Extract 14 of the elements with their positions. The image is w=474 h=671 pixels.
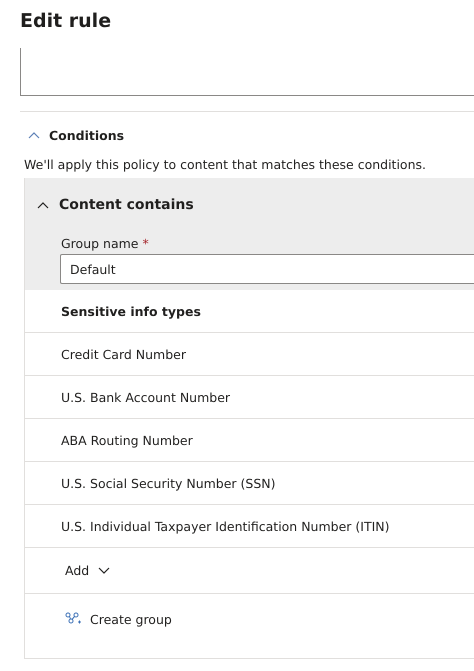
conditions-toggle[interactable]: Conditions <box>28 128 124 143</box>
group-name-label: Group name * <box>61 234 150 253</box>
conditions-description: We'll apply this policy to content that matches these conditions. <box>24 157 427 172</box>
info-type-label: U.S. Social Security Number (SSN) <box>61 476 276 490</box>
info-type-label: U.S. Bank Account Number <box>61 390 230 404</box>
info-type-label: U.S. Individual Taxpayer Identification Number (ITIN) <box>61 518 390 534</box>
content-contains-toggle[interactable]: Content contains <box>25 178 200 232</box>
group-name-field[interactable]: Default <box>60 254 474 284</box>
page-title: Edit rule <box>20 10 112 32</box>
add-button[interactable]: Add <box>57 559 118 582</box>
section-heading: Sensitive info types <box>61 304 201 318</box>
info-type-label: Credit Card Number <box>61 346 186 362</box>
create-group-button[interactable]: Create group <box>57 608 180 630</box>
info-type-label: ABA Routing Number <box>61 432 193 448</box>
